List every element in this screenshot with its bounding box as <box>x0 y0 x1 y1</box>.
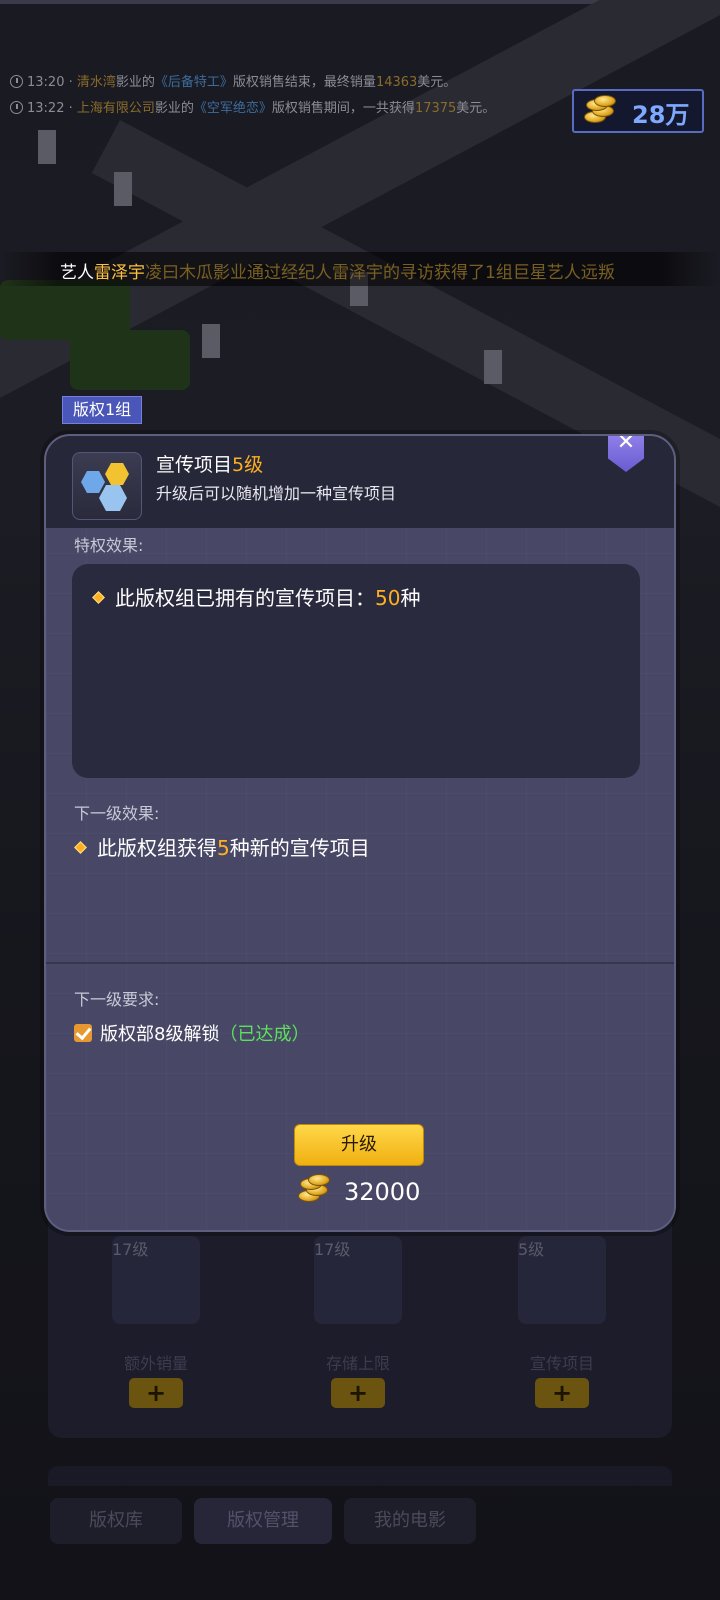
next-effect-line: 此版权组获得5种新的宣传项目 <box>74 832 370 861</box>
slot-level: 5级 <box>518 1240 545 1259</box>
banner-text: 凌曰木瓜影业通过经纪人雷泽宇的寻访获得了1组巨星艺人远叛 <box>145 263 615 283</box>
clock-icon <box>10 101 23 114</box>
gold-coins-icon <box>580 95 616 125</box>
diamond-bullet-icon <box>74 841 87 854</box>
requirement-label: 下一级要求: <box>74 990 160 1009</box>
news-line: 13:20 · 清水湾影业的《后备特工》版权销售结束，最终销量14363美元。 <box>10 71 456 90</box>
checkbox-checked-icon <box>74 1024 92 1042</box>
slot-plus-button[interactable]: + <box>331 1378 385 1408</box>
slot-plus-button[interactable]: + <box>129 1378 183 1408</box>
next-effect-value: 5 <box>217 836 230 860</box>
tab-copyright-library[interactable]: 版权库 <box>50 1498 182 1544</box>
currency-value: 28万 <box>632 101 690 129</box>
fence-post <box>202 324 220 358</box>
news-line: 13:22 · 上海有限公司影业的《空军绝恋》版权销售期间，一共获得17375美… <box>10 97 495 116</box>
cost-value: 32000 <box>344 1178 421 1206</box>
privilege-value: 50 <box>375 586 401 610</box>
next-effect-label: 下一级效果: <box>74 804 160 823</box>
grass-patch <box>70 330 190 390</box>
fence-post <box>484 350 502 384</box>
upgrade-modal: 宣传项目5级 升级后可以随机增加一种宣传项目 特权效果: 此版权组已拥有的宣传项… <box>44 434 676 1232</box>
slot-level: 17级 <box>314 1240 351 1259</box>
skill-title: 宣传项目5级 <box>156 454 264 476</box>
fence-post <box>38 130 56 164</box>
artist-news-banner: 艺人雷泽宇凌曰木瓜影业通过经纪人雷泽宇的寻访获得了1组巨星艺人远叛 <box>0 252 720 286</box>
slot-label: 额外销量 <box>123 1354 188 1373</box>
copyright-group-tag: 版权1组 <box>62 396 143 424</box>
tab-copyright-management[interactable]: 版权管理 <box>194 1498 332 1544</box>
requirement-status: （已达成） <box>219 1024 310 1045</box>
privilege-label: 特权效果: <box>74 536 144 555</box>
promo-skill-icon <box>72 452 142 520</box>
diamond-bullet-icon <box>92 591 105 604</box>
fence-post <box>114 172 132 206</box>
skill-description: 升级后可以随机增加一种宣传项目 <box>156 484 397 503</box>
banner-prefix: 艺人 <box>60 263 94 283</box>
requirement-line: 版权部8级解锁（已达成） <box>74 1020 309 1046</box>
upgrade-slots-panel: 17级 额外销量 + 17级 存储上限 + 5级 宣传项目 + <box>48 1212 672 1438</box>
currency-counter[interactable]: 28万 <box>572 89 704 133</box>
close-icon: ✕ <box>616 434 636 455</box>
upgrade-button[interactable]: 升级 <box>294 1124 424 1166</box>
artist-name: 雷泽宇 <box>94 263 145 283</box>
skill-level: 5级 <box>232 454 264 476</box>
close-button[interactable]: ✕ <box>608 434 644 472</box>
slot-label: 宣传项目 <box>529 1354 594 1373</box>
lower-strip <box>48 1466 672 1486</box>
tab-my-movies[interactable]: 我的电影 <box>344 1498 476 1544</box>
modal-header: 宣传项目5级 升级后可以随机增加一种宣传项目 <box>46 436 674 528</box>
privilege-panel: 此版权组已拥有的宣传项目：50种 <box>72 564 640 778</box>
gold-coins-icon <box>296 1174 330 1204</box>
clock-icon <box>10 75 23 88</box>
slot-plus-button[interactable]: + <box>535 1378 589 1408</box>
privilege-line: 此版权组已拥有的宣传项目：50种 <box>92 582 420 611</box>
section-divider <box>46 962 674 964</box>
slot-label: 存储上限 <box>325 1354 390 1373</box>
slot-level: 17级 <box>112 1240 149 1259</box>
